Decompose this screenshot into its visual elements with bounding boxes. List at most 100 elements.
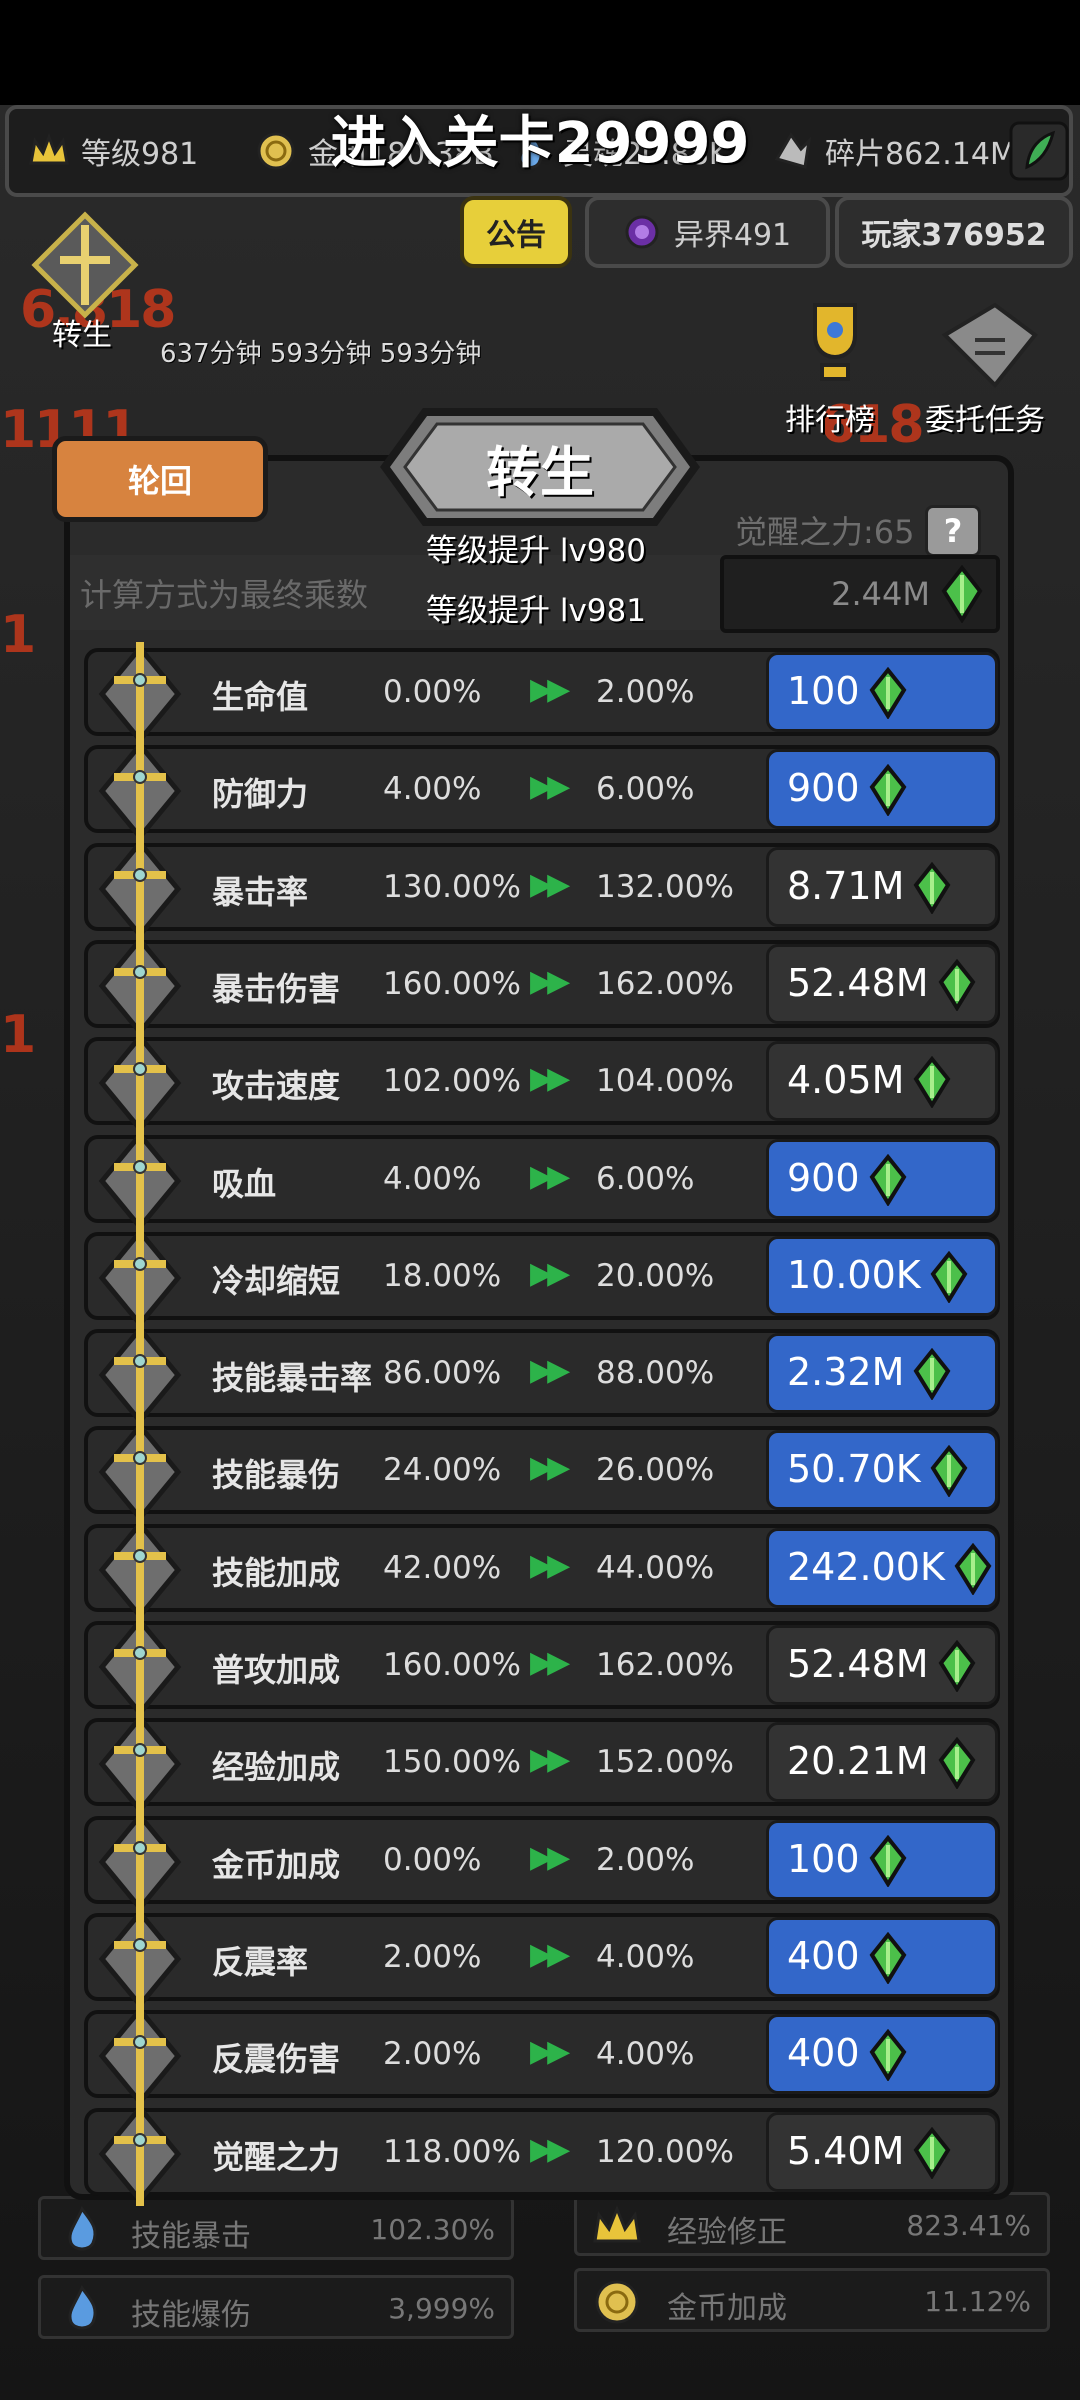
stat-current: 118.00% — [383, 2134, 521, 2170]
stat-row: 反震伤害 2.00% ▶▶ 4.00% 400 — [84, 2004, 1000, 2108]
stat-current: 4.00% — [383, 771, 482, 807]
double-arrow-icon: ▶▶ — [530, 2034, 570, 2069]
idle-timer: 637分钟 593分钟 593分钟 — [160, 339, 482, 369]
stat-gold-bonus: 金币加成 11.12% — [574, 2268, 1050, 2332]
stat-current: 2.00% — [383, 2036, 482, 2072]
reincarnation-cross-icon[interactable] — [30, 210, 140, 320]
stat-current: 4.00% — [383, 1161, 482, 1197]
stat-row: 技能加成 42.00% ▶▶ 44.00% 242.00K — [84, 1518, 1000, 1622]
cycle-tab[interactable]: 轮回 — [52, 436, 268, 522]
stat-name: 生命值 — [212, 678, 309, 716]
commission-label: 委托任务 — [925, 403, 1045, 438]
stat-row: 经验加成 150.00% ▶▶ 152.00% 20.21M — [84, 1712, 1000, 1816]
level-up-to: 等级提升 lv981 — [426, 593, 646, 629]
otherworld-button[interactable]: 异界491 — [585, 196, 830, 268]
stat-name: 觉醒之力 — [212, 2138, 341, 2176]
stat-row: 吸血 4.00% ▶▶ 6.00% 900 — [84, 1129, 1000, 1233]
stat-next: 162.00% — [596, 966, 734, 1002]
upgrade-button[interactable]: 8.71M — [766, 847, 998, 927]
player-id-button[interactable]: 玩家376952 — [835, 196, 1073, 268]
green-crystal-icon — [869, 764, 907, 816]
double-arrow-icon: ▶▶ — [530, 964, 570, 999]
upgrade-button[interactable]: 900 — [766, 749, 998, 829]
upgrade-button[interactable]: 52.48M — [766, 1625, 998, 1705]
stat-row: 普攻加成 160.00% ▶▶ 162.00% 52.48M — [84, 1615, 1000, 1719]
upgrade-button[interactable]: 5.40M — [766, 2112, 998, 2192]
upgrade-button[interactable]: 52.48M — [766, 944, 998, 1024]
stat-next: 44.00% — [596, 1550, 715, 1586]
double-arrow-icon: ▶▶ — [530, 1159, 570, 1194]
stat-row: 冷却缩短 18.00% ▶▶ 20.00% 10.00K — [84, 1226, 1000, 1330]
green-crystal-icon — [913, 2127, 951, 2179]
cross-badge-icon — [98, 1323, 182, 1427]
upgrade-price: 20.21M — [787, 1739, 929, 1783]
double-arrow-icon: ▶▶ — [530, 1742, 570, 1777]
upgrade-button[interactable]: 2.32M — [766, 1333, 998, 1413]
stat-current: 42.00% — [383, 1550, 502, 1586]
stat-current: 86.00% — [383, 1355, 502, 1391]
stat-row: 技能暴击率 86.00% ▶▶ 88.00% 2.32M — [84, 1323, 1000, 1427]
cross-badge-icon — [98, 1420, 182, 1524]
green-crystal-icon — [954, 1543, 992, 1595]
stat-row: 暴击伤害 160.00% ▶▶ 162.00% 52.48M — [84, 934, 1000, 1038]
green-crystal-icon — [869, 2029, 907, 2081]
upgrade-button[interactable]: 900 — [766, 1139, 998, 1219]
upgrade-price: 100 — [787, 1837, 860, 1881]
stat-next: 132.00% — [596, 869, 734, 905]
stat-current: 102.00% — [383, 1063, 521, 1099]
crown-icon — [593, 2204, 641, 2243]
double-arrow-icon: ▶▶ — [530, 1548, 570, 1583]
stat-next: 4.00% — [596, 2036, 695, 2072]
stat-row: 防御力 4.00% ▶▶ 6.00% 900 — [84, 739, 1000, 843]
stat-current: 18.00% — [383, 1258, 502, 1294]
upgrade-price: 52.48M — [787, 961, 929, 1005]
stat-next: 104.00% — [596, 1063, 734, 1099]
stat-next: 2.00% — [596, 674, 695, 710]
upgrade-price: 100 — [787, 669, 860, 713]
cross-badge-icon — [98, 2004, 182, 2108]
commission-scroll-icon[interactable] — [935, 295, 1045, 395]
upgrade-button[interactable]: 10.00K — [766, 1236, 998, 1316]
stat-name: 冷却缩短 — [212, 1262, 341, 1300]
stat-row: 暴击率 130.00% ▶▶ 132.00% 8.71M — [84, 837, 1000, 941]
green-crystal-icon — [869, 1154, 907, 1206]
reincarnation-side-label: 转生 — [52, 318, 112, 353]
cross-badge-icon — [98, 2102, 182, 2206]
upgrade-button[interactable]: 400 — [766, 1917, 998, 1997]
green-crystal-icon — [869, 1932, 907, 1984]
stat-row: 生命值 0.00% ▶▶ 2.00% 100 — [84, 642, 1000, 746]
ranking-label: 排行榜 — [785, 403, 875, 438]
stat-name: 技能暴伤 — [212, 1456, 341, 1494]
green-crystal-icon — [869, 667, 907, 719]
stat-name: 经验加成 — [212, 1748, 341, 1786]
awaken-power-readout: 觉醒之力:65 — [735, 513, 915, 551]
green-crystal-icon — [930, 1251, 968, 1303]
stat-next: 2.00% — [596, 1842, 695, 1878]
cross-badge-icon — [98, 1712, 182, 1816]
notice-button[interactable]: 公告 — [460, 196, 572, 268]
upgrade-button[interactable]: 400 — [766, 2014, 998, 2094]
double-arrow-icon: ▶▶ — [530, 769, 570, 804]
upgrade-button[interactable]: 242.00K — [766, 1528, 998, 1608]
stat-name: 吸血 — [212, 1165, 277, 1203]
stat-next: 120.00% — [596, 2134, 734, 2170]
stat-name: 反震伤害 — [212, 2040, 341, 2078]
stat-name: 技能加成 — [212, 1554, 341, 1592]
cross-badge-icon — [98, 1615, 182, 1719]
stat-next: 4.00% — [596, 1939, 695, 1975]
stat-name: 暴击率 — [212, 873, 309, 911]
trophy-icon[interactable] — [800, 295, 870, 395]
upgrade-button[interactable]: 100 — [766, 1820, 998, 1900]
blue-flame-icon — [68, 2285, 97, 2330]
stat-current: 0.00% — [383, 674, 482, 710]
upgrade-button[interactable]: 50.70K — [766, 1430, 998, 1510]
upgrade-button[interactable]: 4.05M — [766, 1041, 998, 1121]
upgrade-price: 242.00K — [787, 1545, 945, 1589]
green-crystal-icon — [913, 1348, 951, 1400]
stat-row: 攻击速度 102.00% ▶▶ 104.00% 4.05M — [84, 1031, 1000, 1135]
green-crystal-icon — [941, 565, 983, 623]
help-button[interactable]: ? — [925, 505, 981, 557]
double-arrow-icon: ▶▶ — [530, 1937, 570, 1972]
upgrade-button[interactable]: 100 — [766, 652, 998, 732]
upgrade-button[interactable]: 20.21M — [766, 1722, 998, 1802]
